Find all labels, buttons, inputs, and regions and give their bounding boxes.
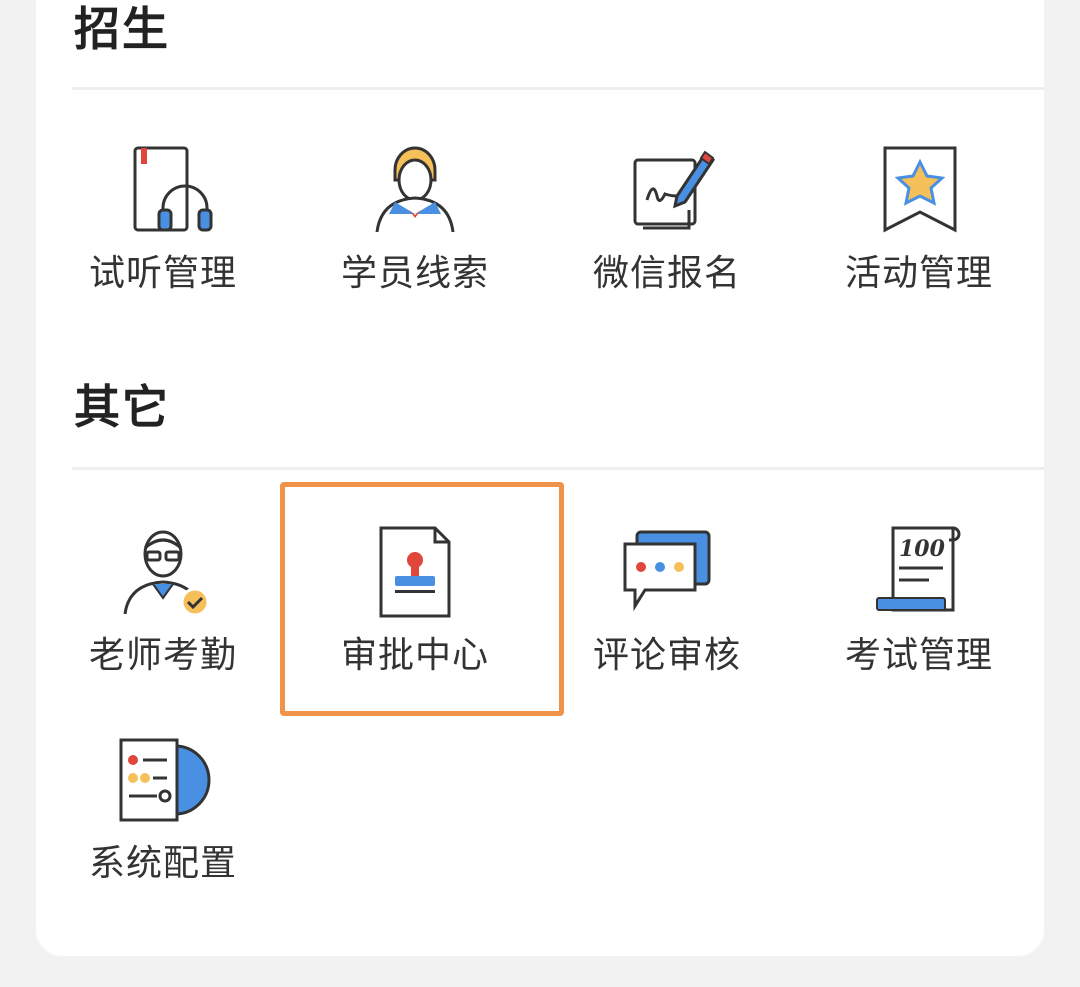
- section-title-other: 其它: [74, 380, 170, 434]
- stamp-document-icon: [379, 526, 451, 618]
- exam-score-icon: 100: [876, 526, 961, 612]
- teacher-check-icon: [123, 530, 210, 617]
- tile-label: 系统配置: [88, 843, 237, 884]
- tile-student-leads[interactable]: 学员线索: [290, 140, 540, 340]
- svg-text:100: 100: [899, 536, 946, 562]
- comment-bubble-icon: [623, 530, 711, 612]
- settings-gear-document-icon: [119, 738, 211, 822]
- tile-comment-review[interactable]: 评论审核: [542, 522, 792, 722]
- audit-listening-book-icon: [133, 146, 213, 232]
- section-title-enrollment: 招生: [74, 2, 170, 56]
- tile-label: 审批中心: [340, 635, 489, 676]
- tile-teacher-attendance[interactable]: 老师考勤: [38, 522, 288, 722]
- student-person-icon: [375, 146, 455, 233]
- section-divider: [72, 467, 1044, 470]
- tile-trial-management[interactable]: 试听管理: [38, 140, 288, 340]
- tile-label: 评论审核: [592, 635, 741, 676]
- tile-system-config[interactable]: 系统配置: [38, 730, 288, 930]
- star-bookmark-icon: [883, 146, 957, 233]
- tile-activity-management[interactable]: 活动管理: [794, 140, 1044, 340]
- tile-label: 老师考勤: [88, 635, 237, 676]
- tile-approval-center[interactable]: 审批中心: [290, 522, 540, 722]
- signature-pen-icon: [633, 150, 716, 230]
- tile-exam-management[interactable]: 100 考试管理: [794, 522, 1044, 722]
- tile-label: 微信报名: [592, 253, 741, 294]
- tile-label: 学员线索: [340, 253, 489, 294]
- section-divider: [72, 87, 1044, 90]
- tile-label: 试听管理: [88, 253, 237, 294]
- tile-label: 考试管理: [844, 635, 993, 676]
- tile-wechat-signup[interactable]: 微信报名: [542, 140, 792, 340]
- tile-label: 活动管理: [844, 253, 993, 294]
